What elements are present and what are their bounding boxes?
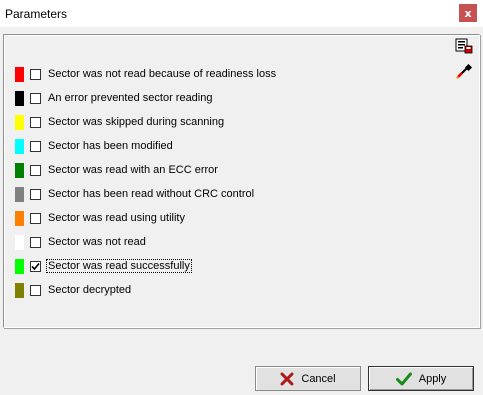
save-settings-icon[interactable] xyxy=(455,38,473,54)
row-checkbox[interactable] xyxy=(30,212,41,224)
window-title: Parameters xyxy=(5,7,68,21)
color-swatch xyxy=(15,114,24,130)
color-swatch xyxy=(15,138,24,154)
color-swatch xyxy=(15,66,24,82)
row-checkbox[interactable] xyxy=(30,140,41,152)
apply-button-label: Apply xyxy=(418,372,447,385)
row-label[interactable]: Sector was read using utility xyxy=(48,212,185,224)
legend-row: Sector was read using utility xyxy=(15,210,185,226)
cancel-button-label: Cancel xyxy=(301,372,336,385)
row-checkbox[interactable] xyxy=(30,260,41,272)
legend-row: Sector decrypted xyxy=(15,282,131,298)
row-label[interactable]: An error prevented sector reading xyxy=(48,92,212,104)
row-checkbox[interactable] xyxy=(30,68,41,80)
row-label[interactable]: Sector was skipped during scanning xyxy=(48,116,224,128)
legend-row: Sector was skipped during scanning xyxy=(15,114,224,130)
row-label[interactable]: Sector decrypted xyxy=(48,284,131,296)
legend-row: Sector was not read because of readiness… xyxy=(15,66,276,82)
row-checkbox[interactable] xyxy=(30,92,41,104)
legend-row: Sector has been modified xyxy=(15,138,173,154)
color-swatch xyxy=(15,162,24,178)
cancel-button[interactable]: Cancel xyxy=(255,366,361,391)
legend-row: Sector was not read xyxy=(15,234,146,250)
row-label[interactable]: Sector was read with an ECC error xyxy=(48,164,218,176)
cancel-x-icon xyxy=(280,372,294,385)
title-bar: Parameters x xyxy=(0,0,483,27)
legend-row: An error prevented sector reading xyxy=(15,90,212,106)
row-checkbox[interactable] xyxy=(30,284,41,296)
color-swatch xyxy=(15,186,24,202)
row-checkbox[interactable] xyxy=(30,116,41,128)
checkmark-icon xyxy=(31,262,40,270)
row-checkbox[interactable] xyxy=(30,164,41,176)
color-swatch xyxy=(15,210,24,226)
apply-check-icon xyxy=(395,372,412,385)
legend-row: Sector has been read without CRC control xyxy=(15,186,254,202)
legend-row: Sector was read with an ECC error xyxy=(15,162,218,178)
color-swatch xyxy=(15,234,24,250)
row-label[interactable]: Sector has been read without CRC control xyxy=(48,188,254,200)
row-checkbox[interactable] xyxy=(30,236,41,248)
color-swatch xyxy=(15,282,24,298)
row-label[interactable]: Sector was not read xyxy=(48,236,146,248)
pick-color-icon[interactable] xyxy=(455,63,473,79)
row-label[interactable]: Sector has been modified xyxy=(48,140,173,152)
row-label[interactable]: Sector was read successfully xyxy=(46,259,192,273)
color-swatch xyxy=(15,90,24,106)
close-button[interactable]: x xyxy=(459,4,477,22)
color-swatch xyxy=(15,258,24,274)
row-label[interactable]: Sector was not read because of readiness… xyxy=(48,68,276,80)
row-checkbox[interactable] xyxy=(30,188,41,200)
apply-button[interactable]: Apply xyxy=(368,366,474,391)
legend-row: Sector was read successfully xyxy=(15,258,192,274)
